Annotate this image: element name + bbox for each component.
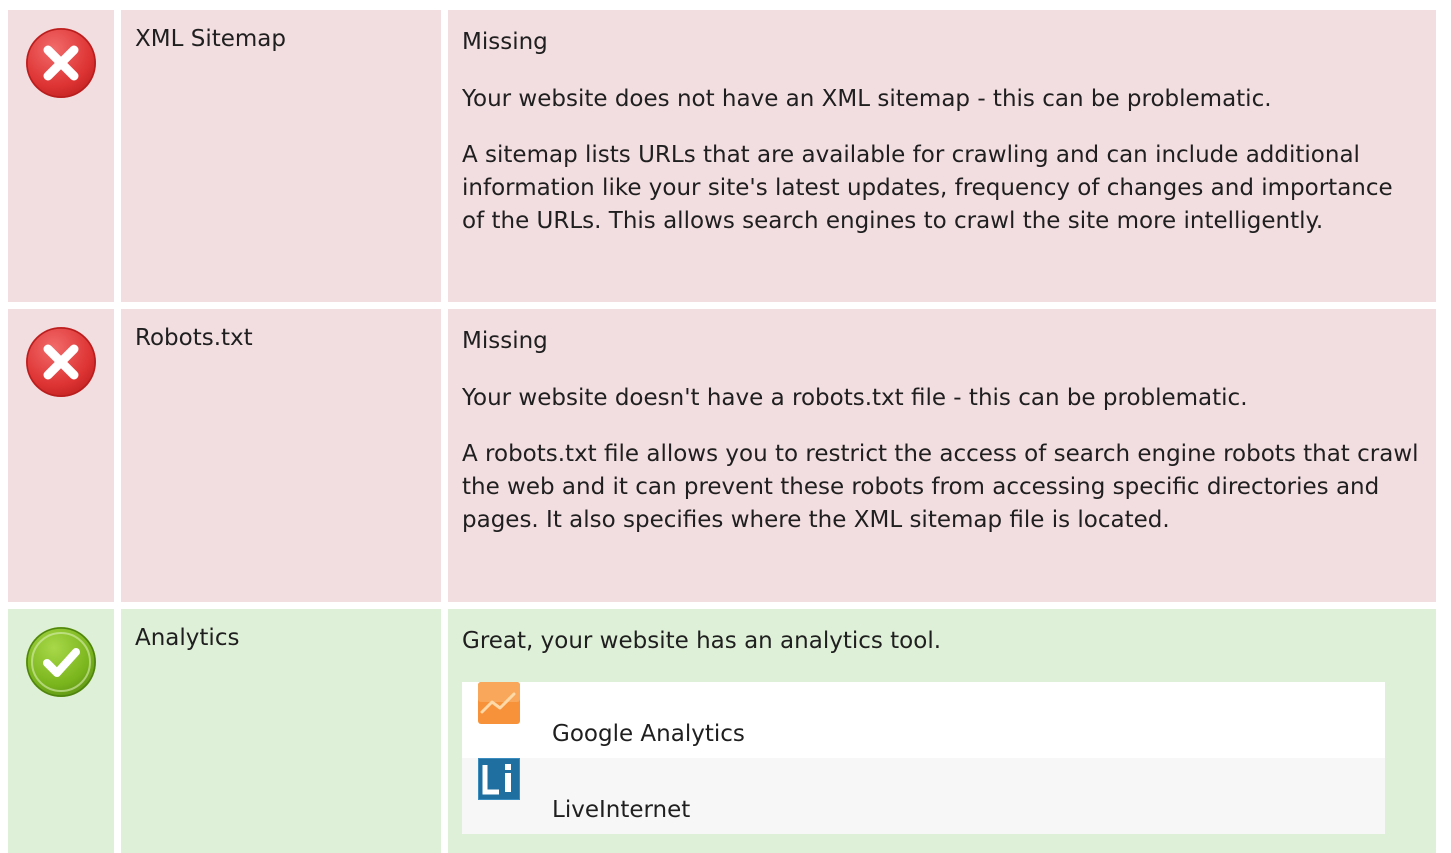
- check-summary: Your website does not have an XML sitema…: [462, 86, 1272, 113]
- google-analytics-icon: [478, 682, 520, 725]
- analytics-tools-list: Google Analytics LiveInternet: [462, 682, 1385, 835]
- check-row-robots-txt: Robots.txt Missing Your website doesn't …: [8, 309, 1443, 602]
- check-description: Missing Your website does not have an XM…: [448, 10, 1436, 302]
- check-row-analytics: Analytics Great, your website has an ana…: [8, 609, 1443, 853]
- check-status-text: Missing: [462, 29, 548, 55]
- check-status-text: Missing: [462, 328, 548, 354]
- status-cell: [8, 609, 114, 853]
- list-item: LiveInternet: [462, 758, 1385, 835]
- error-x-icon: [26, 327, 96, 397]
- check-summary: Your website doesn't have a robots.txt f…: [462, 385, 1248, 412]
- check-description: Missing Your website doesn't have a robo…: [448, 309, 1436, 602]
- list-item: Google Analytics: [462, 682, 1385, 759]
- check-label: Analytics: [121, 609, 441, 853]
- status-cell: [8, 309, 114, 602]
- check-label: Robots.txt: [121, 309, 441, 602]
- check-row-xml-sitemap: XML Sitemap Missing Your website does no…: [8, 10, 1443, 302]
- tool-name: LiveInternet: [552, 797, 691, 824]
- check-explanation: A sitemap lists URLs that are available …: [462, 141, 1393, 235]
- check-status-text: Great, your website has an analytics too…: [462, 628, 942, 654]
- status-cell: [8, 10, 114, 302]
- check-description: Great, your website has an analytics too…: [448, 609, 1436, 853]
- tool-name: Google Analytics: [552, 721, 745, 748]
- check-label: XML Sitemap: [121, 10, 441, 302]
- liveinternet-icon: [478, 758, 520, 801]
- seo-report-table: XML Sitemap Missing Your website does no…: [8, 10, 1443, 853]
- success-check-icon: [26, 627, 96, 697]
- error-x-icon: [26, 28, 96, 98]
- check-explanation: A robots.txt file allows you to restrict…: [462, 440, 1419, 534]
